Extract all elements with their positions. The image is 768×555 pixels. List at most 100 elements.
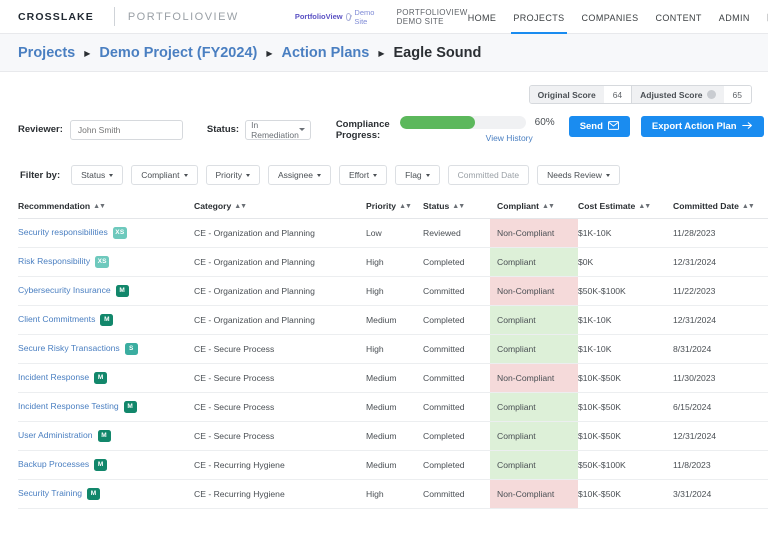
chevron-down-icon xyxy=(298,128,305,131)
top-navigation-bar: CROSSLAKE PORTFOLIOVIEW PortfolioView De… xyxy=(0,0,768,34)
table-row[interactable]: Cybersecurity Insurance M CE - Organizatio… xyxy=(18,276,768,306)
breadcrumb-item-projects[interactable]: Projects xyxy=(18,45,75,61)
recommendations-table: Recommendation ▲▼ Category ▲▼ Priority ▲▼ S… xyxy=(18,201,768,509)
filter-priority-button[interactable]: Priority xyxy=(205,165,260,185)
cell-committed-date: 12/31/2024 xyxy=(673,421,768,451)
cell-category: CE - Organization and Planning xyxy=(194,218,366,248)
export-button-label: Export Action Plan xyxy=(651,121,737,132)
cell-cost-estimate: $50K-$100K xyxy=(578,276,673,306)
table-row[interactable]: Backup Processes M CE - Recurring Hygiene M… xyxy=(18,450,768,480)
breadcrumb-item-action-plans[interactable]: Action Plans xyxy=(282,45,370,61)
cell-committed-date: 11/30/2023 xyxy=(673,363,768,393)
nav-item-content[interactable]: CONTENT xyxy=(655,0,701,33)
view-history-link[interactable]: View History xyxy=(486,133,533,143)
recommendation-link[interactable]: Backup Processes xyxy=(18,459,89,469)
recommendations-table-wrapper: Recommendation ▲▼ Category ▲▼ Priority ▲▼ S… xyxy=(0,185,768,509)
table-row[interactable]: Client Commitments M CE - Organization and… xyxy=(18,305,768,335)
nav-item-projects[interactable]: PROJECTS xyxy=(511,0,567,34)
recommendation-link[interactable]: User Administration xyxy=(18,430,93,440)
table-header-row: Recommendation ▲▼ Category ▲▼ Priority ▲▼ S… xyxy=(18,201,768,219)
original-score-label: Original Score xyxy=(529,86,604,103)
filter-needs-review-button[interactable]: Needs Review xyxy=(537,165,620,185)
send-button[interactable]: Send xyxy=(568,116,630,137)
recommendation-link[interactable]: Incident Response Testing xyxy=(18,401,119,411)
status-select[interactable]: In Remediation xyxy=(245,119,311,140)
breadcrumb-separator-icon: ▶ xyxy=(84,48,91,58)
cell-recommendation: Incident Response Testing M xyxy=(18,392,194,422)
column-header-committed-date[interactable]: Committed Date ▲▼ xyxy=(673,201,768,219)
cell-status: Completed xyxy=(423,450,490,480)
table-row[interactable]: Incident Response M CE - Secure Process Med… xyxy=(18,363,768,393)
column-header-recommendation[interactable]: Recommendation ▲▼ xyxy=(18,201,194,219)
cell-category: CE - Secure Process xyxy=(194,392,366,422)
cell-status: Committed xyxy=(423,276,490,306)
cell-compliant-status: Compliant xyxy=(490,450,578,480)
column-header-cost-estimate[interactable]: Cost Estimate ▲▼ xyxy=(578,201,673,219)
score-row: Original Score 64 Adjusted Score 65 xyxy=(0,72,768,104)
cell-compliant-status: Compliant xyxy=(490,334,578,364)
table-row[interactable]: Risk Responsibility XS CE - Organization a… xyxy=(18,247,768,277)
effort-badge: M xyxy=(97,429,111,442)
recommendation-link[interactable]: Cybersecurity Insurance xyxy=(18,285,111,295)
table-row[interactable]: Secure Risky Transactions S CE - Secure Pr… xyxy=(18,334,768,364)
column-header-category[interactable]: Category ▲▼ xyxy=(194,201,366,219)
table-row[interactable]: Security Training M CE - Recurring Hygiene… xyxy=(18,479,768,509)
filter-flag-button[interactable]: Flag xyxy=(395,165,440,185)
recommendation-link[interactable]: Secure Risky Transactions xyxy=(18,343,120,353)
table-row[interactable]: Incident Response Testing M CE - Secure Pr… xyxy=(18,392,768,422)
table-row[interactable]: User Administration M CE - Secure Process M… xyxy=(18,421,768,451)
reviewer-label: Reviewer: xyxy=(18,124,63,135)
envelope-icon xyxy=(607,120,619,133)
cell-committed-date: 3/31/2024 xyxy=(673,479,768,509)
filter-status-label: Status xyxy=(81,170,106,180)
nav-item-admin[interactable]: ADMIN xyxy=(719,0,750,33)
recommendation-link[interactable]: Security responsibilities xyxy=(18,227,108,237)
brand-portfolioview-text: PORTFOLIOVIEW xyxy=(127,10,239,23)
recommendation-link[interactable]: Incident Response xyxy=(18,372,89,382)
demo-site-title: PORTFOLIOVIEW DEMO SITE xyxy=(396,7,468,26)
effort-badge: M xyxy=(115,284,129,297)
cell-compliant-status: Compliant xyxy=(490,305,578,335)
cell-recommendation: Backup Processes M xyxy=(18,450,194,480)
compliance-progress-wrapper: 60% View History xyxy=(399,116,555,143)
info-icon[interactable] xyxy=(706,90,716,99)
cell-cost-estimate: $1K-10K xyxy=(578,334,673,364)
recommendation-link[interactable]: Security Training xyxy=(18,488,82,498)
progress-bar xyxy=(399,116,526,129)
recommendation-link[interactable]: Risk Responsibility xyxy=(18,256,90,266)
column-header-label: Compliant xyxy=(497,201,540,211)
cell-category: CE - Recurring Hygiene xyxy=(194,479,366,509)
cell-committed-date: 6/15/2024 xyxy=(673,392,768,422)
demo-logo-secondary-text: Demo Site xyxy=(354,7,375,26)
brand-divider xyxy=(113,7,115,26)
cell-committed-date: 12/31/2024 xyxy=(673,247,768,277)
score-group: Original Score 64 Adjusted Score 65 xyxy=(528,85,752,104)
effort-badge: S xyxy=(124,342,138,355)
nav-item-home[interactable]: HOME xyxy=(468,0,497,33)
brand-logo[interactable]: CROSSLAKE PORTFOLIOVIEW xyxy=(0,7,239,26)
export-action-plan-button[interactable]: Export Action Plan xyxy=(640,116,764,137)
filter-assignee-button[interactable]: Assignee xyxy=(267,165,331,185)
filter-status-button[interactable]: Status xyxy=(71,165,124,185)
breadcrumb-separator-icon: ▶ xyxy=(266,48,273,58)
cell-committed-date: 11/22/2023 xyxy=(673,276,768,306)
column-header-compliant[interactable]: Compliant ▲▼ xyxy=(490,201,578,219)
filter-effort-button[interactable]: Effort xyxy=(338,165,388,185)
breadcrumb-item-demo-project[interactable]: Demo Project (FY2024) xyxy=(99,45,257,61)
cell-cost-estimate: $50K-$100K xyxy=(578,450,673,480)
filter-committed-date-button[interactable]: Committed Date xyxy=(447,165,530,185)
cell-compliant-status: Compliant xyxy=(490,392,578,422)
sort-icon: ▲▼ xyxy=(399,203,412,210)
column-header-status[interactable]: Status ▲▼ xyxy=(423,201,490,219)
cell-cost-estimate: $10K-$50K xyxy=(578,392,673,422)
nav-item-companies[interactable]: COMPANIES xyxy=(582,0,639,33)
adjusted-score-label: Adjusted Score xyxy=(632,86,724,103)
breadcrumb-item-current: Eagle Sound xyxy=(393,44,482,61)
column-header-priority[interactable]: Priority ▲▼ xyxy=(366,201,423,219)
table-row[interactable]: Security responsibilities XS CE - Organiza… xyxy=(18,218,768,248)
filter-compliant-button[interactable]: Compliant xyxy=(131,165,198,185)
column-header-label: Recommendation xyxy=(18,201,91,211)
cell-category: CE - Secure Process xyxy=(194,334,366,364)
recommendation-link[interactable]: Client Commitments xyxy=(18,314,95,324)
reviewer-input[interactable] xyxy=(69,119,183,140)
